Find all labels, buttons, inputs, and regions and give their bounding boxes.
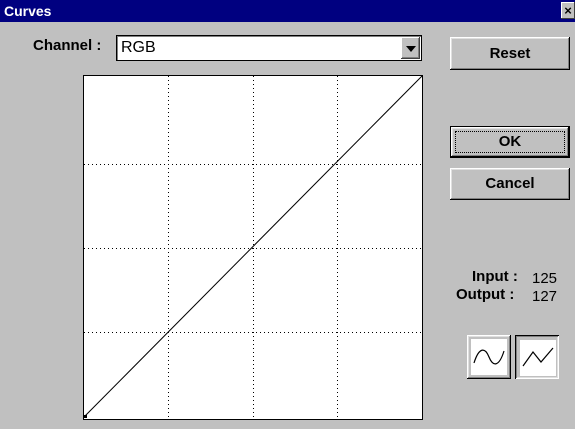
close-icon: ×	[564, 3, 572, 18]
curve-graph-canvas[interactable]	[84, 76, 422, 419]
focus-rectangle	[455, 131, 565, 153]
channel-label: Channel :	[33, 37, 102, 54]
input-value: 125	[532, 270, 558, 287]
smooth-curve-button[interactable]	[467, 335, 511, 379]
curves-dialog: Curves × Channel : RGB Reset OK Cancel I…	[0, 0, 575, 429]
curve-graph[interactable]	[83, 75, 423, 420]
ok-button[interactable]: OK	[450, 126, 570, 158]
channel-dropdown-button[interactable]	[401, 37, 420, 59]
output-value: 127	[532, 288, 558, 305]
tone-curve[interactable]	[84, 76, 422, 418]
channel-select[interactable]: RGB	[116, 35, 422, 61]
linear-curve-icon	[522, 347, 554, 367]
input-label: Input :	[472, 268, 518, 285]
curve-endpoint-handle[interactable]	[84, 415, 87, 418]
chevron-down-icon	[406, 46, 416, 52]
close-button[interactable]: ×	[561, 2, 575, 19]
output-label: Output :	[456, 286, 515, 303]
smooth-curve-icon	[473, 349, 505, 365]
titlebar: Curves ×	[0, 0, 575, 22]
cancel-button[interactable]: Cancel	[450, 168, 570, 200]
channel-select-value: RGB	[121, 39, 156, 56]
linear-curve-button[interactable]	[515, 335, 559, 379]
window-title: Curves	[4, 3, 52, 19]
reset-button[interactable]: Reset	[450, 37, 570, 70]
